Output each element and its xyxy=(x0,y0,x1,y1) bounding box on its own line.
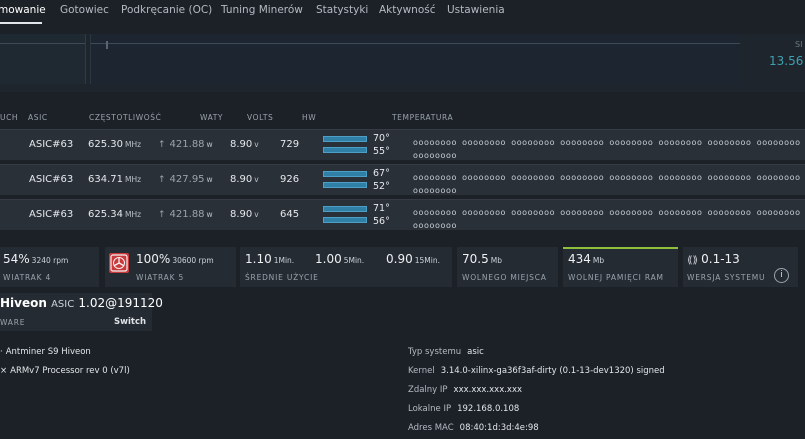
chip-status: oooooooo oooooooo oooooooo oooooooo oooo… xyxy=(413,208,801,230)
temp-bar xyxy=(323,136,367,142)
fan4-value: 54% 3240 rpm xyxy=(3,252,69,266)
hw-errors: 729 xyxy=(280,139,300,150)
temp-chip: 67° xyxy=(373,168,390,179)
active-tab-indicator xyxy=(0,22,42,24)
system-version-label: WERSJA SYSTEMU xyxy=(687,273,766,282)
tab-overclocking[interactable]: Podkręcanie (OC) xyxy=(121,4,212,16)
hashrate-value: 13.56 xyxy=(769,54,804,68)
hw-errors: 645 xyxy=(280,209,300,220)
chip-status: oooooooo oooooooo oooooooo oooooooo oooo… xyxy=(413,138,801,160)
tab-activity[interactable]: Aktywność xyxy=(379,4,436,16)
volts-value: 8.90 v xyxy=(230,209,259,220)
col-header-frequency: CZĘSTOTLIWOŚĆ xyxy=(89,113,162,122)
table-row[interactable]: ASIC#63 625.34 MHz ↑ 421.88 w 8.90 v 645 71°… xyxy=(0,199,805,230)
disk-tile: 70.5 Mb WOLNEGO MIEJSCA xyxy=(457,247,558,287)
volts-value: 8.90 v xyxy=(230,174,259,185)
remote-ip: Zdalny IP xxx.xxx.xxx.xxx xyxy=(408,385,523,395)
frequency-value: 625.30 MHz xyxy=(88,139,142,150)
mac-address: Adres MAC 08:40:1d:3d:4e:98 xyxy=(408,423,539,433)
load-15min: 0.90 15Min. xyxy=(386,252,440,266)
fan4-label: WIATRAK 4 xyxy=(3,273,52,282)
col-header-uch: UCH xyxy=(0,113,19,122)
fan-value: ↑ 421.88 w xyxy=(158,209,213,220)
temp-chip: 71° xyxy=(373,203,390,214)
device-model: · Antminer S9 Hiveon xyxy=(0,347,91,357)
fan5-tile: 100% 30600 rpm WIATRAK 5 xyxy=(105,247,236,287)
asic-id: ASIC#63 xyxy=(29,174,74,185)
tab-monitoring[interactable]: mowanie xyxy=(0,4,46,16)
load-tile: 1.10 1Min. 1.00 5Min. 0.90 15Min. ŚREDNIE U… xyxy=(240,247,452,287)
col-header-watts: WATY xyxy=(200,113,224,122)
hashrate-summary: SI 13.56 xyxy=(742,34,805,92)
disk-free-value: 70.5 Mb xyxy=(462,252,502,266)
kernel-info: Kernel 3.14.0-xilinx-ga36f3af-dirty (0.1-… xyxy=(408,366,665,376)
ram-free-value: 434 Mb xyxy=(568,252,605,266)
volts-value: 8.90 v xyxy=(230,139,259,150)
asic-table-header: UCH ASIC CZĘSTOTLIWOŚĆ WATY VOLTS HW TEM… xyxy=(0,110,805,126)
tab-miner-tuning[interactable]: Tuning Minerów xyxy=(221,4,303,16)
asic-id: ASIC#63 xyxy=(29,209,74,220)
fan-speed-icon: ↑ xyxy=(158,140,166,150)
table-row[interactable]: ASIC#63 634.71 MHz ↑ 427.95 w 8.90 v 926 67°… xyxy=(0,164,805,195)
ram-tile: 434 Mb WOLNEJ PAMIĘCI RAM xyxy=(563,247,678,287)
fan-speed-icon: ↑ xyxy=(158,175,166,185)
hive-icon: ⟪⟫ xyxy=(687,255,699,266)
tab-statistics[interactable]: Statystyki xyxy=(316,4,368,16)
temp-chip: 70° xyxy=(373,133,390,144)
chart-line xyxy=(91,43,740,44)
temp-bar xyxy=(323,217,367,223)
col-header-hw: HW xyxy=(302,113,317,122)
firmware-name: Hiveon ASIC 1.02@191120 xyxy=(0,296,163,310)
col-header-asic: ASIC xyxy=(28,113,48,122)
system-type: Typ systemu asic xyxy=(408,347,484,357)
ram-free-label: WOLNEJ PAMIĘCI RAM xyxy=(568,273,664,282)
fan4-tile: 54% 3240 rpm WIATRAK 4 xyxy=(0,247,99,287)
chip-status: oooooooo oooooooo oooooooo oooooooo oooo… xyxy=(413,173,801,195)
hw-errors: 926 xyxy=(280,174,300,185)
col-header-volts: VOLTS xyxy=(247,113,274,122)
frequency-value: 625.34 MHz xyxy=(88,209,142,220)
load-1min: 1.10 1Min. xyxy=(245,252,295,266)
table-row[interactable]: ASIC#63 625.30 MHz ↑ 421.88 w 8.90 v 729 70°… xyxy=(0,129,805,160)
temp-board: 55° xyxy=(373,146,390,157)
fan5-label: WIATRAK 5 xyxy=(136,273,185,282)
info-icon[interactable]: i xyxy=(774,268,789,283)
temp-board: 56° xyxy=(373,216,390,227)
firmware-label: WARE xyxy=(0,318,26,327)
asic-id: ASIC#63 xyxy=(29,139,74,150)
temp-bar xyxy=(323,206,367,212)
top-nav: mowanie Gotowiec Podkręcanie (OC) Tuning… xyxy=(0,0,805,26)
temp-bar xyxy=(323,171,367,177)
chart-line xyxy=(0,43,85,44)
hashrate-chart: SI 13.56 xyxy=(0,34,805,92)
cpu-info: × ARMv7 Processor rev 0 (v7l) xyxy=(0,366,130,376)
fan-icon xyxy=(109,253,129,273)
disk-free-label: WOLNEGO MIEJSCA xyxy=(462,273,547,282)
system-version-value: ⟪⟫ 0.1-13 xyxy=(687,252,740,266)
local-ip: Lokalne IP 192.168.0.108 xyxy=(408,404,520,414)
switch-firmware-button[interactable]: Switch xyxy=(114,317,146,327)
tab-gotowiec[interactable]: Gotowiec xyxy=(60,4,109,16)
chart-marker xyxy=(106,41,108,49)
temp-board: 52° xyxy=(373,181,390,192)
fan-value: ↑ 427.95 w xyxy=(158,174,213,185)
firmware-tile: Hiveon ASIC 1.02@191120 WARE Switch xyxy=(0,293,163,331)
hashrate-label: SI xyxy=(795,40,803,49)
ram-usage-bar xyxy=(563,247,678,249)
fan-speed-icon: ↑ xyxy=(158,210,166,220)
fan-value: ↑ 421.88 w xyxy=(158,139,213,150)
chart-left-panel xyxy=(0,34,86,84)
temp-bar xyxy=(323,147,367,153)
frequency-value: 634.71 MHz xyxy=(88,174,142,185)
chart-main-panel xyxy=(90,34,740,84)
fan5-value: 100% 30600 rpm xyxy=(136,252,214,266)
load-5min: 1.00 5Min. xyxy=(315,252,365,266)
temp-bar xyxy=(323,182,367,188)
bullet: × xyxy=(0,366,8,376)
bullet: · xyxy=(0,347,3,357)
tab-settings[interactable]: Ustawienia xyxy=(447,4,505,16)
load-label: ŚREDNIE UŻYCIE xyxy=(245,273,319,282)
col-header-temperature: TEMPERATURA xyxy=(392,113,454,122)
